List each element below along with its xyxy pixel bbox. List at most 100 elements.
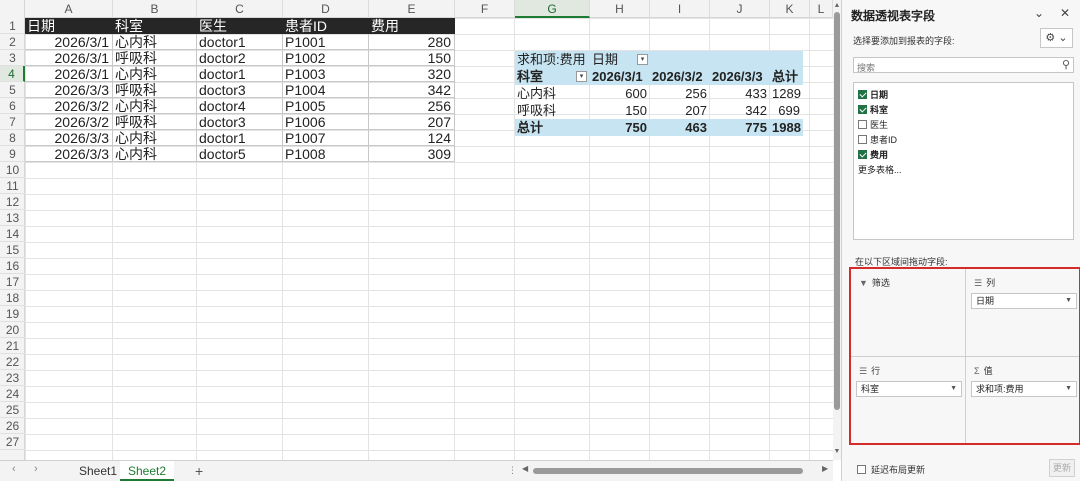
prev-sheet-icon[interactable]: ‹ xyxy=(12,463,16,475)
row-header-17[interactable]: 17 xyxy=(0,274,25,290)
scroll-right-icon[interactable]: ▶ xyxy=(822,464,828,473)
table-cell[interactable]: 心内科 xyxy=(113,130,197,146)
field-checkbox[interactable] xyxy=(858,90,867,99)
row-header-8[interactable]: 8 xyxy=(0,130,25,146)
horizontal-scroll-thumb[interactable] xyxy=(533,468,803,474)
defer-layout-update[interactable]: 延迟布局更新 xyxy=(857,463,925,476)
field-item[interactable]: 患者ID xyxy=(858,134,897,147)
table-header-cell[interactable]: 费用 xyxy=(369,18,455,34)
area-values[interactable]: Σ值 求和项:费用 ▼ xyxy=(966,357,1080,443)
row-header-22[interactable]: 22 xyxy=(0,354,25,370)
pivot-row-label[interactable]: 科室 ▾ xyxy=(515,68,590,85)
pivot-value-cell[interactable]: 150 xyxy=(590,102,650,119)
search-input[interactable] xyxy=(854,61,1049,75)
table-cell[interactable]: doctor1 xyxy=(197,34,283,50)
table-header-cell[interactable]: 日期 xyxy=(25,18,113,34)
table-header-cell[interactable]: 患者ID xyxy=(283,18,369,34)
row-header-15[interactable]: 15 xyxy=(0,242,25,258)
pivot-value-cell[interactable]: 600 xyxy=(590,85,650,102)
pivot-grand-total-label[interactable]: 总计 xyxy=(515,119,590,136)
table-cell[interactable]: P1007 xyxy=(283,130,369,146)
pivot-grand-total-cell[interactable]: 463 xyxy=(650,119,710,136)
search-icon[interactable]: ⚲ xyxy=(1062,58,1070,71)
row-header-16[interactable]: 16 xyxy=(0,258,25,274)
table-cell[interactable]: 2026/3/1 xyxy=(25,66,113,82)
column-field-date[interactable]: 日期 ▼ xyxy=(971,293,1077,309)
table-cell[interactable]: P1004 xyxy=(283,82,369,98)
field-checkbox[interactable] xyxy=(858,135,867,144)
row-header-27[interactable]: 27 xyxy=(0,434,25,450)
chevron-down-icon[interactable]: ⌄ xyxy=(1034,6,1044,20)
pivot-value-label[interactable]: 求和项:费用 xyxy=(515,51,590,68)
tab-sheet2[interactable]: Sheet2 xyxy=(120,461,175,481)
table-header-cell[interactable]: 医生 xyxy=(197,18,283,34)
table-cell[interactable]: 2026/3/1 xyxy=(25,34,113,50)
chevron-down-icon[interactable]: ▼ xyxy=(1065,294,1072,308)
table-cell[interactable]: doctor1 xyxy=(197,130,283,146)
row-header-11[interactable]: 11 xyxy=(0,178,25,194)
table-cell[interactable]: 心内科 xyxy=(113,66,197,82)
row-header-14[interactable]: 14 xyxy=(0,226,25,242)
column-header-c[interactable]: C xyxy=(197,0,283,18)
chevron-down-icon[interactable]: ▼ xyxy=(1065,382,1072,396)
field-checkbox[interactable] xyxy=(858,150,867,159)
column-header-d[interactable]: D xyxy=(283,0,369,18)
table-cell[interactable]: 2026/3/2 xyxy=(25,98,113,114)
column-header-f[interactable]: F xyxy=(455,0,515,18)
row-header-3[interactable]: 3 xyxy=(0,50,25,66)
table-cell[interactable]: doctor1 xyxy=(197,66,283,82)
area-columns[interactable]: ☰ 列 日期 ▼ xyxy=(966,269,1080,355)
column-header-i[interactable]: I xyxy=(650,0,710,18)
vertical-scrollbar[interactable]: ▲ ▼ xyxy=(833,0,841,460)
column-header-h[interactable]: H xyxy=(590,0,650,18)
select-all-corner[interactable] xyxy=(0,0,25,18)
table-cell[interactable]: 心内科 xyxy=(113,146,197,162)
pivot-date-header[interactable]: 2026/3/1 xyxy=(590,68,650,85)
pivot-row-total[interactable]: 1289 xyxy=(770,85,803,102)
row-header-12[interactable]: 12 xyxy=(0,194,25,210)
pivot-date-header[interactable]: 2026/3/2 xyxy=(650,68,710,85)
next-sheet-icon[interactable]: › xyxy=(34,463,38,475)
field-item[interactable]: 费用 xyxy=(858,149,888,162)
row-header-5[interactable]: 5 xyxy=(0,82,25,98)
table-cell[interactable]: P1008 xyxy=(283,146,369,162)
field-checkbox[interactable] xyxy=(858,105,867,114)
pivot-total-header[interactable]: 总计 xyxy=(770,68,803,85)
table-cell[interactable]: 124 xyxy=(369,130,455,146)
column-header-k[interactable]: K xyxy=(770,0,810,18)
pivot-value-cell[interactable]: 433 xyxy=(710,85,770,102)
table-cell[interactable]: P1006 xyxy=(283,114,369,130)
column-header-l[interactable]: L xyxy=(810,0,833,18)
row-header-9[interactable]: 9 xyxy=(0,146,25,162)
row-header-1[interactable]: 1 xyxy=(0,18,25,34)
table-cell[interactable]: 呼吸科 xyxy=(113,82,197,98)
field-item[interactable]: 医生 xyxy=(858,119,888,132)
row-header-7[interactable]: 7 xyxy=(0,114,25,130)
pivot-value-cell[interactable]: 207 xyxy=(650,102,710,119)
chevron-down-icon[interactable]: ▼ xyxy=(950,382,957,396)
table-cell[interactable]: doctor4 xyxy=(197,98,283,114)
column-header-e[interactable]: E xyxy=(369,0,455,18)
more-options-icon[interactable]: ⋮ xyxy=(508,465,517,476)
table-cell[interactable]: 2026/3/3 xyxy=(25,130,113,146)
area-filter[interactable]: ▼ 筛选 xyxy=(851,269,965,355)
pivot-value-cell[interactable]: 342 xyxy=(710,102,770,119)
table-cell[interactable]: doctor2 xyxy=(197,50,283,66)
field-checkbox[interactable] xyxy=(858,120,867,129)
table-cell[interactable]: 256 xyxy=(369,98,455,114)
horizontal-scrollbar[interactable] xyxy=(533,468,818,474)
table-cell[interactable]: 呼吸科 xyxy=(113,50,197,66)
row-header-26[interactable]: 26 xyxy=(0,418,25,434)
table-cell[interactable]: P1005 xyxy=(283,98,369,114)
scroll-down-icon[interactable]: ▼ xyxy=(833,448,841,455)
table-cell[interactable]: P1002 xyxy=(283,50,369,66)
column-header-j[interactable]: J xyxy=(710,0,770,18)
pivot-date-header[interactable]: 2026/3/3 xyxy=(710,68,770,85)
value-field-sum[interactable]: 求和项:费用 ▼ xyxy=(971,381,1077,397)
row-header-24[interactable]: 24 xyxy=(0,386,25,402)
gear-icon[interactable]: ⚙ ⌄ xyxy=(1040,28,1073,48)
column-filter-dropdown-icon[interactable]: ▾ xyxy=(637,54,648,65)
table-cell[interactable]: doctor3 xyxy=(197,82,283,98)
scroll-left-icon[interactable]: ◀ xyxy=(522,464,528,473)
row-header-13[interactable]: 13 xyxy=(0,210,25,226)
